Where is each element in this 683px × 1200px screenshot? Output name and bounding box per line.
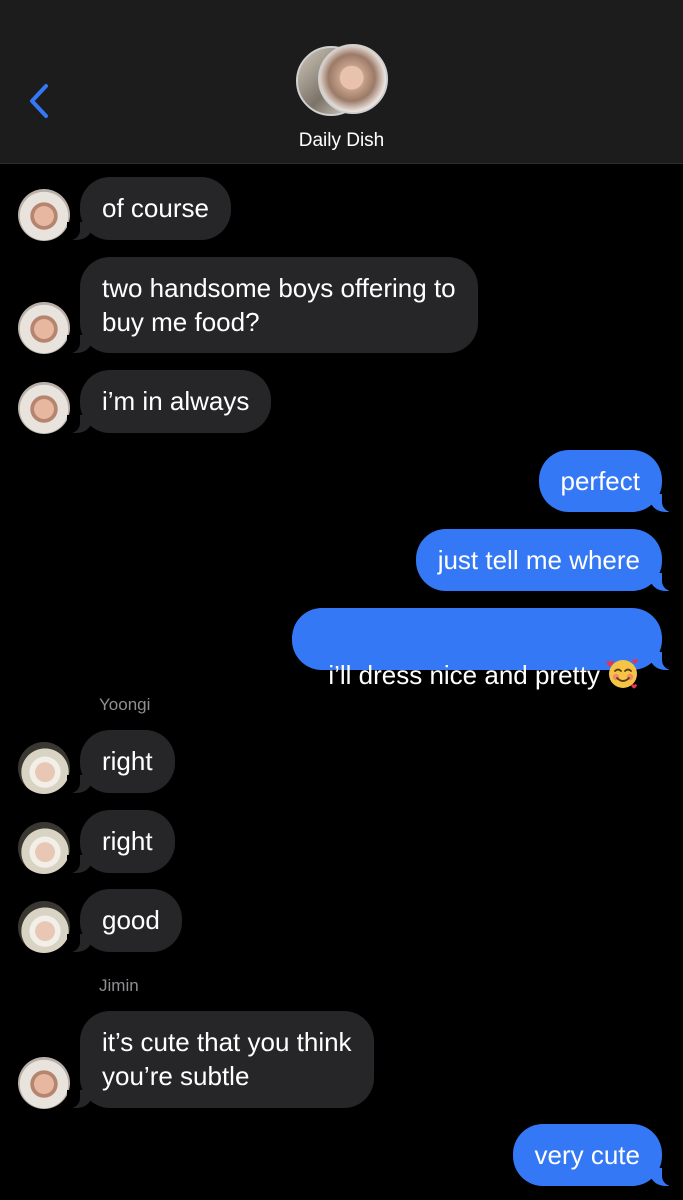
- incoming-message[interactable]: it’s cute that you think you’re subtle: [67, 1011, 374, 1108]
- sender-name: Yoongi: [99, 695, 151, 714]
- group-name[interactable]: Daily Dish: [0, 130, 683, 152]
- incoming-message[interactable]: right: [67, 730, 175, 793]
- outgoing-message[interactable]: very cute: [512, 1124, 675, 1186]
- sender-avatar[interactable]: [18, 302, 70, 354]
- outgoing-message[interactable]: just tell me where: [415, 529, 676, 591]
- conversation-header: Daily Dish: [0, 0, 683, 164]
- incoming-message[interactable]: good: [67, 889, 182, 952]
- incoming-message[interactable]: right: [67, 810, 175, 873]
- sender-avatar[interactable]: [18, 1057, 70, 1109]
- sender-name: Jimin: [99, 976, 139, 995]
- member-avatar: [318, 44, 388, 114]
- chevron-left-icon: [30, 84, 48, 118]
- message-text: i’ll dress nice and pretty: [328, 660, 600, 690]
- back-button[interactable]: [22, 80, 62, 124]
- incoming-message[interactable]: of course: [67, 177, 231, 240]
- incoming-message[interactable]: i’m in always: [66, 370, 272, 433]
- sender-avatar[interactable]: [18, 742, 70, 794]
- sender-avatar[interactable]: [18, 189, 70, 241]
- sender-avatar[interactable]: [18, 382, 70, 434]
- sender-avatar[interactable]: [18, 822, 70, 874]
- sender-avatar[interactable]: [18, 901, 70, 953]
- smiling-face-with-hearts-icon: [606, 659, 638, 689]
- outgoing-message[interactable]: perfect: [538, 450, 675, 512]
- outgoing-message[interactable]: i’ll dress nice and pretty: [291, 608, 676, 690]
- incoming-message[interactable]: two handsome boys offering to buy me foo…: [67, 257, 478, 353]
- group-avatar[interactable]: [296, 44, 388, 118]
